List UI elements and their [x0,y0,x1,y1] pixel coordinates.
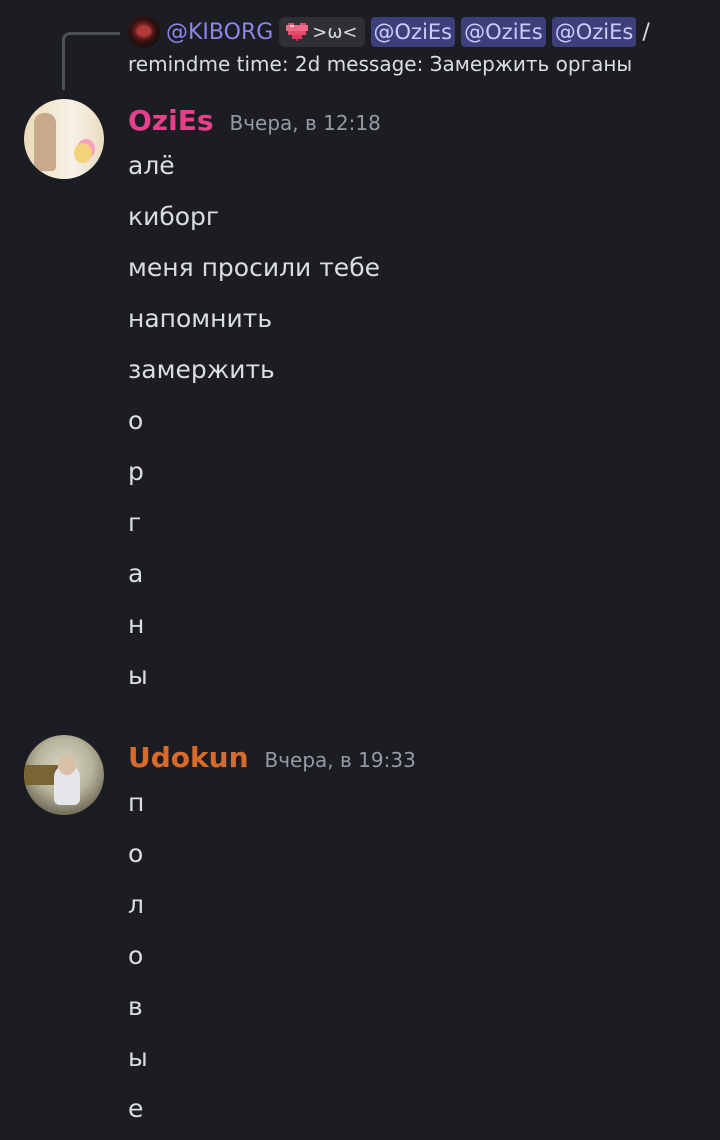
message-line[interactable]: н [128,599,380,650]
message-line[interactable]: а [128,548,380,599]
message-header-ozies: OziEs Вчера, в 12:18 [128,104,381,137]
message-line[interactable]: п [128,777,148,828]
avatar-pony [74,143,92,163]
reply-reference[interactable]: @KIBORG >ω< @OziEs @OziEs @OziEs / [128,14,650,50]
message-header-udokun: Udokun Вчера, в 19:33 [128,741,416,774]
reply-author-avatar[interactable] [128,16,160,48]
message-line[interactable]: л [128,879,148,930]
avatar-figure [34,113,56,171]
message-lines-udokun: п о л о в ы е [128,777,148,1134]
mention-ozies-3[interactable]: @OziEs [551,17,637,47]
reply-spine [62,32,120,90]
role-tag-label: >ω< [312,21,358,43]
message-line[interactable]: о [128,828,148,879]
avatar-head [58,755,76,775]
message-line[interactable]: напомнить [128,293,380,344]
reply-command-text[interactable]: remindme time: 2d message: Замержить орг… [128,52,632,76]
message-line[interactable]: е [128,1083,148,1134]
message-line[interactable]: киборг [128,191,380,242]
message-line[interactable]: меня просили тебе [128,242,380,293]
avatar-ozies[interactable] [24,99,104,179]
chat-view: @KIBORG >ω< @OziEs @OziEs @OziEs / remin… [0,0,720,1140]
message-line[interactable]: р [128,446,380,497]
reply-author-name[interactable]: @KIBORG [166,20,273,45]
role-tag[interactable]: >ω< [279,17,365,47]
command-slash: / [642,19,650,45]
avatar-shelf [24,765,58,785]
message-timestamp: Вчера, в 12:18 [229,111,381,135]
author-name-ozies[interactable]: OziEs [128,104,214,137]
message-line[interactable]: замержить [128,344,380,395]
mention-ozies-1[interactable]: @OziEs [370,17,456,47]
message-line[interactable]: г [128,497,380,548]
message-line[interactable]: алё [128,140,380,191]
message-line[interactable]: о [128,395,380,446]
message-line[interactable]: ы [128,650,380,701]
message-lines-ozies: алё киборг меня просили тебе напомнить з… [128,140,380,701]
mention-ozies-2[interactable]: @OziEs [461,17,546,47]
author-name-udokun[interactable]: Udokun [128,741,249,774]
avatar-udokun[interactable] [24,735,104,815]
message-line[interactable]: в [128,981,148,1032]
message-line[interactable]: ы [128,1032,148,1083]
message-line[interactable]: о [128,930,148,981]
message-timestamp: Вчера, в 19:33 [264,748,416,772]
pixel-heart-icon [286,23,309,41]
